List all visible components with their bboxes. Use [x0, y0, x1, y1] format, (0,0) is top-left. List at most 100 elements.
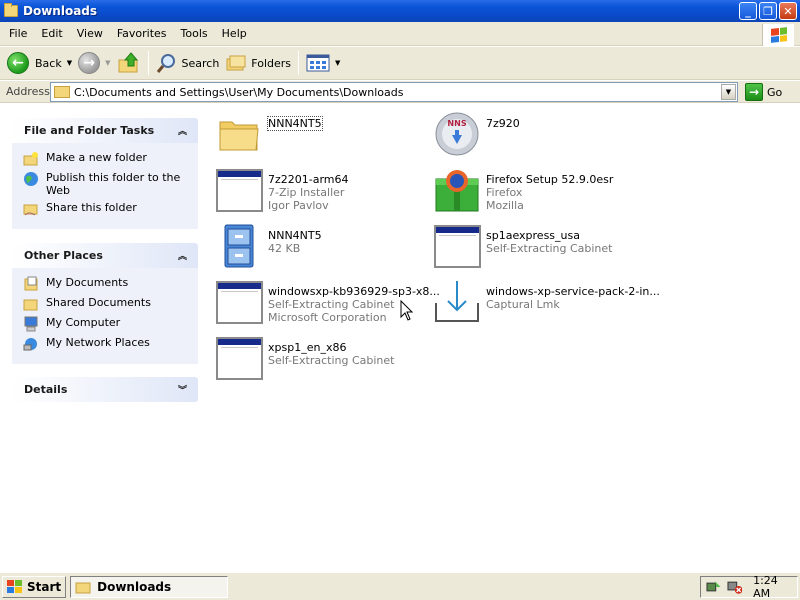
network-places-icon — [23, 338, 37, 351]
panel-body: Make a new folder Publish this folder to… — [12, 143, 198, 229]
search-label: Search — [181, 56, 220, 70]
back-button[interactable]: ← Back ▼ — [4, 49, 75, 77]
place-my-documents[interactable]: My Documents — [23, 276, 188, 292]
windows-logo-icon — [762, 24, 794, 46]
panel-title: Details — [24, 383, 68, 396]
views-dropdown-icon[interactable]: ▼ — [335, 59, 340, 67]
network-disconnected-icon[interactable] — [727, 579, 743, 595]
other-places-panel: Other Places ︽ My Documents Shared Docum… — [12, 243, 198, 364]
file-item[interactable]: sp1aexpress_usa Self-Extracting Cabinet — [433, 222, 647, 272]
globe-icon — [24, 172, 38, 186]
folder-icon — [219, 121, 259, 151]
task-share-folder[interactable]: Share this folder — [23, 201, 188, 217]
collapse-chevron-icon[interactable]: ︽ — [175, 248, 190, 263]
folders-label: Folders — [251, 56, 292, 70]
new-folder-icon — [23, 152, 38, 166]
folder-icon — [75, 582, 91, 593]
back-dropdown-icon[interactable]: ▼ — [67, 59, 72, 67]
clock[interactable]: 1:24 AM — [753, 574, 797, 600]
svg-text:NNS: NNS — [447, 119, 466, 128]
details-header[interactable]: Details ︾ — [12, 377, 198, 402]
menu-help[interactable]: Help — [215, 27, 254, 40]
file-item[interactable]: NNN4NT5 — [215, 110, 429, 160]
executable-icon — [215, 168, 263, 212]
place-shared-documents[interactable]: Shared Documents — [23, 296, 188, 312]
mouse-cursor-icon — [400, 300, 414, 321]
panel-title: Other Places — [24, 249, 103, 262]
folders-icon — [226, 55, 246, 71]
file-cabinet-icon — [224, 224, 254, 268]
forward-arrow-icon: → — [78, 52, 101, 74]
other-places-header[interactable]: Other Places ︽ — [12, 243, 198, 268]
menu-bar: File Edit View Favorites Tools Help — [0, 22, 800, 46]
folder-icon — [54, 86, 70, 98]
panel-title: File and Folder Tasks — [24, 124, 155, 137]
my-computer-icon — [24, 316, 38, 332]
executable-icon — [215, 336, 263, 380]
toolbar-separator — [147, 51, 149, 75]
go-label: Go — [767, 85, 783, 99]
address-bar: Address C:\Documents and Settings\User\M… — [0, 81, 800, 103]
forward-button[interactable]: → ▼ — [75, 49, 113, 77]
window-title: Downloads — [23, 4, 98, 18]
window-controls: _ ❐ ✕ — [739, 2, 797, 20]
menu-tools[interactable]: Tools — [174, 27, 215, 40]
go-button[interactable]: → Go — [745, 82, 782, 102]
address-input[interactable]: C:\Documents and Settings\User\My Docume… — [50, 82, 738, 102]
file-item[interactable]: xpsp1_en_x86 Self-Extracting Cabinet — [215, 334, 429, 384]
toolbar-separator — [298, 51, 300, 75]
executable-icon — [433, 224, 481, 268]
menu-edit[interactable]: Edit — [34, 27, 69, 40]
folder-icon — [4, 3, 18, 17]
address-path[interactable]: C:\Documents and Settings\User\My Docume… — [74, 86, 721, 99]
close-button[interactable]: ✕ — [779, 2, 797, 20]
views-button[interactable]: ▼ — [303, 49, 343, 77]
file-item[interactable]: NNS 7z920 — [433, 110, 647, 160]
place-my-network-places[interactable]: My Network Places — [23, 336, 188, 352]
system-tray: 1:24 AM — [700, 574, 798, 600]
expand-chevron-icon[interactable]: ︾ — [175, 382, 190, 397]
restore-button[interactable]: ❐ — [759, 2, 777, 20]
nns-cd-icon: NNS — [435, 112, 479, 156]
task-make-new-folder[interactable]: Make a new folder — [23, 151, 188, 167]
up-button[interactable] — [114, 49, 144, 77]
search-icon — [156, 54, 175, 73]
title-bar[interactable]: Downloads _ ❐ ✕ — [0, 0, 800, 22]
taskbar: Start Downloads 1:24 AM — [0, 572, 800, 600]
folder-up-icon — [118, 52, 138, 73]
file-folder-tasks-header[interactable]: File and Folder Tasks ︽ — [12, 118, 198, 143]
file-item[interactable]: windows-xp-service-pack-2-in... Captural… — [433, 278, 660, 328]
address-dropdown-button[interactable]: ▼ — [721, 84, 736, 100]
go-arrow-icon: → — [745, 83, 763, 101]
file-list-view: NNN4NT5 NNS 7z920 7z2201-arm64 7-Zip Ins… — [207, 104, 800, 572]
file-item[interactable]: windowsxp-kb936929-sp3-x8... Self-Extrac… — [215, 278, 440, 328]
place-my-computer[interactable]: My Computer — [23, 316, 188, 332]
taskbar-item-label: Downloads — [97, 579, 172, 594]
back-arrow-icon: ← — [7, 52, 29, 74]
file-folder-tasks-panel: File and Folder Tasks ︽ Make a new folde… — [12, 118, 198, 229]
menu-favorites[interactable]: Favorites — [110, 27, 174, 40]
minimize-button[interactable]: _ — [739, 2, 757, 20]
start-button[interactable]: Start — [2, 575, 67, 598]
folders-button[interactable]: Folders — [222, 49, 294, 77]
shared-documents-icon — [23, 299, 38, 311]
forward-dropdown-icon[interactable]: ▼ — [105, 59, 110, 67]
executable-icon — [215, 280, 263, 324]
file-item[interactable]: NNN4NT5 42 KB — [215, 222, 429, 272]
share-folder-icon — [23, 204, 38, 216]
file-item[interactable]: 7z2201-arm64 7-Zip Installer Igor Pavlov — [215, 166, 429, 216]
task-publish-web[interactable]: Publish this folder to the Web — [23, 171, 188, 197]
collapse-chevron-icon[interactable]: ︽ — [175, 123, 190, 138]
network-icon[interactable] — [706, 579, 722, 595]
toolbar: ← Back ▼ → ▼ Search Folders ▼ — [0, 47, 800, 80]
menu-view[interactable]: View — [70, 27, 110, 40]
details-panel: Details ︾ — [12, 377, 198, 402]
menu-file[interactable]: File — [0, 27, 34, 40]
my-documents-icon — [24, 276, 38, 291]
back-label: Back — [35, 56, 62, 70]
start-label: Start — [27, 579, 62, 594]
taskbar-item-downloads[interactable]: Downloads — [70, 575, 229, 598]
file-item[interactable]: Firefox Setup 52.9.0esr Firefox Mozilla — [433, 166, 647, 216]
search-button[interactable]: Search — [153, 49, 223, 77]
views-icon — [306, 54, 330, 72]
